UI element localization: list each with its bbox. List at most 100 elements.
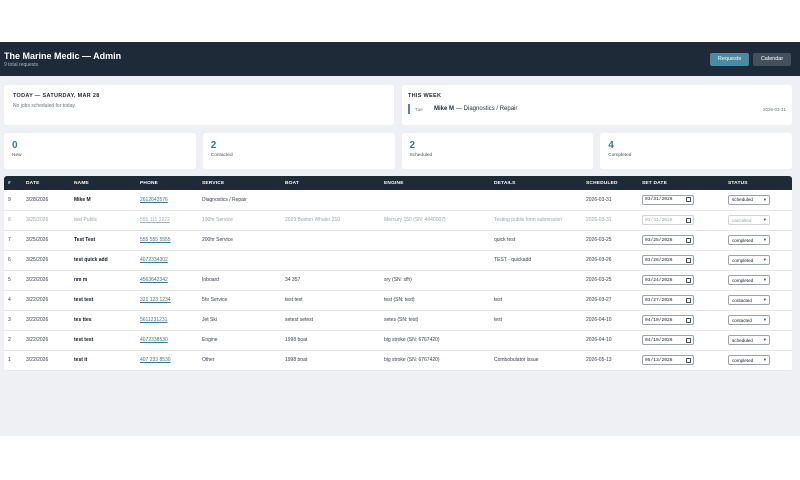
set-date-input[interactable]: 03/25/2026 [642, 235, 694, 245]
page-title: The Marine Medic — Admin [4, 50, 122, 61]
set-date-input[interactable]: 03/31/2026 [642, 215, 694, 225]
phone-link[interactable]: 4072334302 [136, 250, 198, 270]
calendar-icon[interactable] [686, 277, 691, 283]
calendar-icon[interactable] [686, 217, 691, 223]
status-select[interactable]: scheduled ▾ [728, 194, 770, 205]
scheduled-date: 2026-04-10 [586, 337, 612, 343]
stat-contacted: 2 Contacted [202, 133, 395, 169]
boat-info [281, 190, 380, 210]
scheduled-date: 2026-03-31 [586, 217, 612, 223]
table-row: 7 3/25/2026 Test Test 555 555 5555 200hr Ser… [4, 230, 792, 250]
status-value: completed [732, 257, 754, 263]
row-number: 8 [8, 217, 11, 223]
calendar-icon[interactable] [686, 357, 691, 363]
status-cell: contacted ▾ [724, 290, 792, 310]
schedule-panels: TODAY — SATURDAY, MAR 28 No jobs schedul… [4, 85, 792, 125]
boat-info: 1998 boat [285, 357, 308, 363]
status-select[interactable]: completed ▾ [728, 255, 770, 265]
requests-table: # DATE NAME PHONE SERVICE BOAT ENGINE DETAILS SC… [4, 176, 792, 371]
table-row: 9 3/28/2026 Mike M 2612643576 Diagnostics / … [4, 190, 792, 210]
stat-value: 2 [409, 140, 416, 151]
status-cell: completed ▾ [724, 230, 792, 250]
status-value: scheduled [732, 197, 753, 203]
status-select[interactable]: scheduled ▾ [728, 335, 770, 345]
stat-value: 4 [608, 140, 614, 151]
request-date: 3/28/2026 [26, 196, 49, 203]
calendar-icon[interactable] [686, 237, 691, 243]
service-type: Jet Ski [202, 317, 218, 323]
request-count: 9 total requests [4, 61, 39, 68]
engine-info [380, 230, 490, 250]
row-number: 5 [8, 277, 11, 283]
calendar-icon[interactable] [686, 297, 691, 303]
set-date-input[interactable]: 03/26/2026 [642, 255, 694, 265]
column-header: STATUS [728, 180, 748, 186]
request-date: 3/22/2026 [26, 277, 49, 283]
engine-info [380, 190, 490, 210]
status-select[interactable]: contacted ▾ [728, 315, 770, 325]
set-date-cell: 03/31/2026 [638, 210, 724, 230]
phone-link[interactable]: 555 555 5555 [136, 230, 198, 250]
set-date-input[interactable]: 03/24/2026 [642, 275, 694, 285]
request-details: Combobulator issue [494, 357, 539, 363]
engine-info: Mercury 150 (SN: 4840007) [384, 217, 446, 223]
calendar-button[interactable]: Calendar [753, 52, 791, 66]
chevron-down-icon: ▾ [763, 357, 766, 362]
scheduled-date: 2026-03-27 [586, 297, 612, 303]
request-details [490, 330, 582, 350]
phone-link[interactable]: 4563642342 [136, 270, 198, 290]
chevron-down-icon: ▾ [763, 237, 766, 242]
phone-link[interactable]: 5611231231 [136, 310, 198, 330]
column-header: ENGINE [384, 180, 404, 186]
status-select[interactable]: contacted ▾ [728, 295, 770, 305]
table-header-row: # DATE NAME PHONE SERVICE BOAT ENGINE DETAILS SC… [4, 176, 792, 190]
today-heading: TODAY — SATURDAY, MAR 28 [13, 93, 100, 99]
status-select[interactable]: completed ▾ [728, 275, 770, 285]
row-number: 6 [8, 257, 11, 263]
phone-link[interactable]: 321 123 1234 [136, 290, 198, 310]
set-date-input[interactable]: 04/10/2026 [642, 315, 694, 325]
boat-info [281, 230, 380, 250]
phone-link[interactable]: 4072338530 [136, 330, 198, 350]
column-header: DATE [26, 180, 40, 186]
engine-info [380, 250, 490, 270]
set-date-input[interactable]: 04/10/2026 [642, 335, 694, 345]
column-header: # [8, 180, 11, 186]
phone-link[interactable]: 407 233 8530 [136, 350, 198, 370]
calendar-icon[interactable] [686, 337, 691, 343]
set-date-input[interactable]: 05/13/2026 [642, 355, 694, 365]
today-panel: TODAY — SATURDAY, MAR 28 No jobs schedul… [4, 85, 394, 125]
set-date-value: 05/13/2026 [645, 357, 673, 363]
set-date-input[interactable]: 03/27/2026 [642, 295, 694, 305]
set-date-cell: 03/27/2026 [638, 290, 724, 310]
header-actions: Requests Calendar [710, 52, 791, 66]
requests-button[interactable]: Requests [710, 52, 749, 66]
week-job-item[interactable]: Tue Mike M — Diagnostics / Repair 2026-0… [408, 104, 786, 114]
set-date-cell: 04/10/2026 [638, 330, 724, 350]
request-details: Testing public form submission [494, 217, 563, 223]
column-header: DETAILS [494, 180, 516, 186]
calendar-icon[interactable] [686, 197, 691, 203]
status-select[interactable]: completed ▾ [728, 355, 770, 365]
stat-label: Completed [608, 153, 632, 158]
status-select[interactable]: completed ▾ [728, 235, 770, 245]
calendar-icon[interactable] [686, 257, 691, 263]
table-row: 3 3/22/2026 tes ttes 5611231231 Jet Ski setes… [4, 310, 792, 330]
phone-link[interactable]: 555 111 2222 [136, 210, 198, 230]
set-date-cell: 03/31/2026 [638, 190, 724, 210]
stat-scheduled: 2 Scheduled [401, 133, 594, 169]
service-type: Other [202, 357, 215, 363]
table-body: 9 3/28/2026 Mike M 2612643576 Diagnostics / … [4, 190, 792, 370]
status-select[interactable]: cancelled ▾ [728, 215, 770, 225]
phone-link[interactable]: 2612643576 [136, 190, 198, 210]
set-date-input[interactable]: 03/31/2026 [642, 194, 694, 205]
status-cell: cancelled ▾ [724, 210, 792, 230]
boat-info: setest setest [285, 317, 314, 323]
request-date: 3/22/2026 [26, 317, 49, 323]
customer-name: nm m [74, 277, 88, 283]
set-date-cell: 03/24/2026 [638, 270, 724, 290]
customer-name: test quick add [74, 257, 108, 263]
calendar-icon[interactable] [686, 317, 691, 323]
service-type: Inboard [202, 277, 219, 283]
set-date-value: 03/31/2026 [645, 197, 673, 203]
